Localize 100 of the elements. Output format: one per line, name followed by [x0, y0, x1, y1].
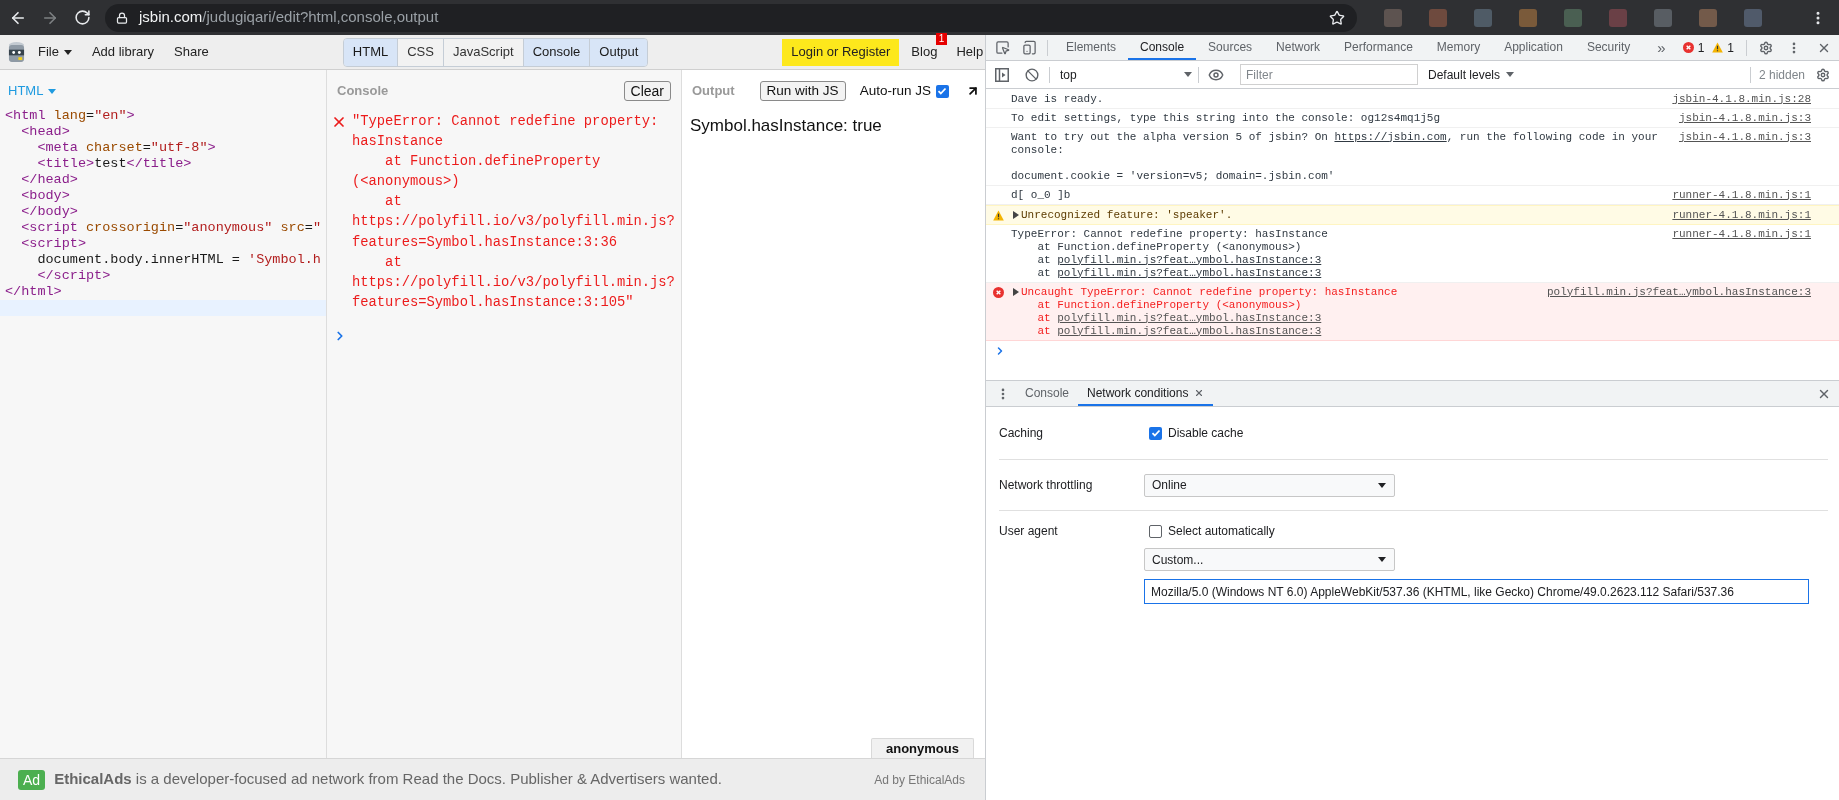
- caret-icon: [1378, 557, 1386, 562]
- drawer-tab[interactable]: Console: [1016, 381, 1079, 406]
- run-button[interactable]: Run with JS: [759, 81, 846, 101]
- message-link[interactable]: https://jsbin.com: [1334, 130, 1447, 143]
- code-line: <html lang="en">: [4, 108, 136, 124]
- caret-icon: [48, 88, 57, 94]
- autorun-label[interactable]: Auto-run JS: [859, 80, 931, 102]
- lock-icon: [116, 11, 128, 24]
- context-select[interactable]: top: [1052, 63, 1198, 86]
- clear-console-icon[interactable]: [1025, 67, 1039, 82]
- url-text: jsbin.com/judugiqari/edit?html,console,output: [139, 7, 439, 28]
- bookmark-star-icon[interactable]: [1329, 9, 1345, 26]
- devtools-tab[interactable]: Performance: [1332, 35, 1425, 60]
- tab-close-icon[interactable]: [1194, 387, 1205, 398]
- tooltip: anonymous: [871, 738, 974, 758]
- source-link[interactable]: runner-4.1.8.min.js:1: [1672, 208, 1811, 222]
- expand-arrow-icon[interactable]: [1013, 210, 1019, 219]
- message-link[interactable]: polyfill.min.js?feat…ymbol.hasInstance:3: [1057, 266, 1322, 279]
- console-message: Dave is ready.: [1011, 92, 1105, 106]
- blog-link[interactable]: Blog: [911, 42, 938, 62]
- source-link[interactable]: jsbin-4.1.8.min.js:3: [1678, 130, 1811, 144]
- source-link[interactable]: runner-4.1.8.min.js:1: [1672, 227, 1811, 241]
- expand-arrow-icon[interactable]: [1013, 287, 1019, 296]
- settings-icon[interactable]: [1759, 40, 1773, 55]
- error-icon: [331, 114, 347, 130]
- robot-logo-icon[interactable]: [8, 40, 25, 64]
- source-link[interactable]: runner-4.1.8.min.js:1: [1672, 188, 1811, 202]
- warning-count-button[interactable]: 1: [1712, 38, 1734, 57]
- devtools-tab[interactable]: Application: [1492, 35, 1575, 60]
- address-bar[interactable]: jsbin.com/judugiqari/edit?html,console,output: [105, 3, 1357, 32]
- code-line: document.body.innerHTML = 'Symbol.h: [36, 252, 322, 268]
- source-link[interactable]: jsbin-4.1.8.min.js:28: [1672, 92, 1811, 106]
- code-line: <title>test</title>: [36, 156, 193, 172]
- code-line: </script>: [36, 268, 112, 284]
- login-button[interactable]: Login or Register: [782, 38, 900, 66]
- sidebar-toggle-icon[interactable]: [995, 67, 1009, 82]
- source-link[interactable]: jsbin-4.1.8.min.js:3: [1678, 111, 1811, 125]
- device-toolbar-icon[interactable]: [1022, 40, 1037, 55]
- drawer-tab[interactable]: Network conditions: [1078, 381, 1214, 406]
- panel-title: Output: [692, 82, 735, 101]
- devtools-tab[interactable]: Security: [1574, 35, 1643, 60]
- inspect-element-icon[interactable]: [995, 40, 1010, 55]
- select-automatically-checkbox[interactable]: [1149, 524, 1162, 538]
- panel-tab[interactable]: CSS: [397, 38, 443, 66]
- log-levels-dropdown[interactable]: Default levels: [1426, 63, 1517, 86]
- menu-link[interactable]: Share: [174, 41, 209, 63]
- error-icon: [1682, 42, 1694, 53]
- notification-badge: 1: [935, 33, 948, 46]
- hidden-count: 2 hidden: [1758, 66, 1805, 84]
- panel-tab[interactable]: JavaScript: [442, 38, 523, 66]
- code-line: </body>: [20, 204, 79, 220]
- setting-label: User agent: [999, 523, 1059, 539]
- console-message: To edit settings, type this string into the console: og12s4mq1j5g: [1011, 111, 1442, 125]
- user-agent-field[interactable]: Mozilla/5.0 (Windows NT 6.0) AppleWebKit/537.36 (KHTML, like Gecko) Chrome/49.0.2623.112 Safari/537.36: [1144, 579, 1809, 604]
- panel-tab[interactable]: Console: [522, 38, 590, 66]
- code-line: <body>: [20, 188, 71, 204]
- devtools-tab[interactable]: Network: [1264, 35, 1333, 60]
- user-agent-preset-select[interactable]: Custom...: [1144, 548, 1395, 571]
- ad-badge: Ad: [18, 769, 46, 790]
- menu-button[interactable]: File: [38, 41, 72, 63]
- console-message: d[ o_0 ]b: [1011, 188, 1072, 202]
- caret-icon: [1378, 482, 1386, 488]
- caret-icon: [1506, 72, 1515, 77]
- error-icon: [993, 286, 1004, 298]
- code-line: <head>: [20, 124, 71, 140]
- error-message: "TypeError: Cannot redefine property: hasInstance at Function.defineProperty (<anonymous>) at https://polyfill.io/v3/polyfill.min.js? features=Symbol.hasInstance:3:36 at https://polyfill.io/v3/polyfill.min.js? features=Symbol.hasInstance:3:105": [352, 113, 675, 312]
- message-link[interactable]: polyfill.min.js?feat…ymbol.hasInstance:3: [1057, 324, 1322, 337]
- menu-link[interactable]: Add library: [91, 41, 155, 63]
- panel-title: Console: [337, 82, 389, 101]
- settings-icon[interactable]: [1816, 67, 1830, 82]
- code-line: </html>: [4, 284, 63, 300]
- help-link[interactable]: Help: [956, 42, 984, 62]
- disable-cache-checkbox[interactable]: [1149, 426, 1162, 440]
- panel-tab[interactable]: HTML: [343, 38, 398, 66]
- ad-credit[interactable]: Ad by EthicalAds: [874, 770, 965, 789]
- message-link[interactable]: polyfill.min.js?feat…ymbol.hasInstance:3: [1057, 311, 1322, 324]
- checkbox-label[interactable]: Select automatically: [1168, 522, 1275, 540]
- caret-icon: [63, 49, 72, 55]
- console-message: Unrecognized feature: 'speaker'.: [1011, 208, 1657, 222]
- devtools-tab[interactable]: Sources: [1196, 35, 1265, 60]
- reload-icon[interactable]: [74, 9, 91, 26]
- filter-field[interactable]: Filter: [1240, 64, 1418, 85]
- error-count-button[interactable]: 1: [1682, 38, 1705, 57]
- setting-label: Caching: [999, 425, 1045, 442]
- output-text: Symbol.hasInstance: true: [689, 116, 883, 136]
- throttling-select[interactable]: Online: [1144, 473, 1395, 497]
- warning-icon: [993, 209, 1004, 221]
- devtools-tab[interactable]: Memory: [1424, 35, 1493, 60]
- setting-label: Network throttling: [999, 477, 1094, 494]
- more-tabs-button[interactable]: »: [1654, 39, 1669, 56]
- checkbox-label[interactable]: Disable cache: [1168, 424, 1244, 442]
- autorun-checkbox[interactable]: [935, 84, 949, 98]
- message-link[interactable]: polyfill.min.js?feat…ymbol.hasInstance:3: [1057, 253, 1322, 266]
- panel-tab[interactable]: Output: [589, 38, 648, 66]
- source-link[interactable]: polyfill.min.js?feat…ymbol.hasInstance:3: [1546, 285, 1811, 299]
- devtools-tab[interactable]: Elements: [1054, 35, 1129, 60]
- console-message: Uncaught TypeError: Cannot redefine property: hasInstance at Function.defineProperty (<anonymous>) at polyfill.min.js?feat…ymbol.hasInstance:3 at polyfill.min.js?feat…ymbol.hasInstance:3: [1011, 285, 1531, 338]
- ad-text[interactable]: EthicalAds is a developer-focused ad network from Read the Docs. Publisher & Advertisers wanted.: [54, 768, 722, 791]
- warning-icon: [1712, 42, 1724, 53]
- clear-button[interactable]: Clear: [623, 81, 671, 101]
